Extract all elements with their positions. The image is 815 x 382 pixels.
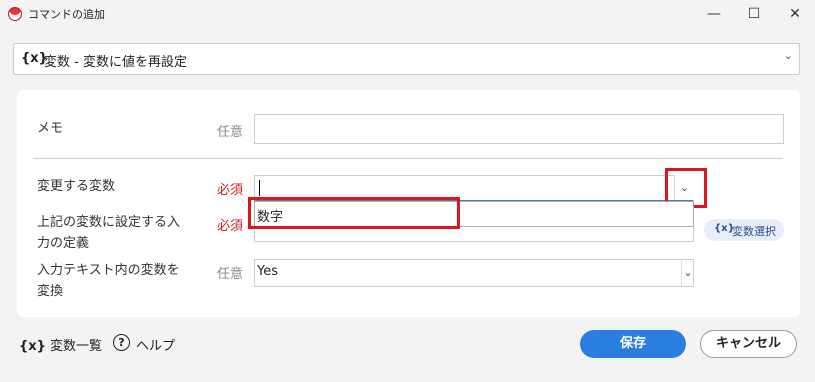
save-button[interactable]: 保存 <box>580 330 686 358</box>
variable-select-button[interactable]: {x} 変数選択 <box>704 219 784 241</box>
expand-vars-select[interactable]: Yes <box>254 259 694 287</box>
window-title: コマンドの追加 <box>28 8 105 21</box>
section-divider <box>33 158 783 159</box>
expand-vars-label-line2: 変換 <box>37 284 64 299</box>
cancel-button[interactable]: キャンセル <box>700 330 797 358</box>
expand-vars-label-line1: 入力テキスト内の変数を <box>37 263 180 278</box>
memo-input[interactable] <box>254 114 784 144</box>
memo-optional-badge: 任意 <box>217 125 244 140</box>
help-link[interactable]: ヘルプ <box>136 335 175 354</box>
command-select[interactable]: {x} 変数 - 変数に値を再設定 ⌄ <box>13 43 800 75</box>
variable-select-label: 変数選択 <box>732 225 776 238</box>
chevron-down-icon: ⌄ <box>683 266 693 279</box>
expand-vars-optional-badge: 任意 <box>217 267 244 282</box>
definition-label-line2: 力の定義 <box>37 236 90 251</box>
memo-label: メモ <box>37 121 64 136</box>
app-logo-icon <box>8 7 22 21</box>
close-button[interactable]: ✕ <box>775 0 815 28</box>
minimize-button[interactable]: — <box>694 0 734 28</box>
command-select-value: 変数 - 変数に値を再設定 <box>44 55 187 70</box>
close-icon: ✕ <box>789 6 801 22</box>
title-bar: コマンドの追加 — ☐ ✕ <box>0 0 815 28</box>
maximize-button[interactable]: ☐ <box>734 0 774 28</box>
variable-list-label: 変数一覧 <box>50 339 103 354</box>
definition-label-line1: 上記の変数に設定する入 <box>37 215 181 230</box>
text-cursor <box>259 180 260 196</box>
variable-required-badge: 必須 <box>217 183 244 198</box>
variable-icon: {x} <box>19 339 46 354</box>
variable-label: 変更する変数 <box>37 179 116 194</box>
expand-vars-dropdown-button[interactable]: ⌄ <box>681 259 694 287</box>
expand-vars-value: Yes <box>257 264 278 279</box>
dropdown-option-highlight <box>248 197 460 229</box>
minimize-icon: — <box>707 6 721 22</box>
definition-required-badge: 必須 <box>217 219 244 234</box>
maximize-icon: ☐ <box>747 6 761 22</box>
chevron-down-icon: ⌄ <box>783 49 793 62</box>
question-mark-icon: ? <box>118 336 125 349</box>
variable-list-link[interactable]: {x} 変数一覧 <box>19 335 102 354</box>
help-icon[interactable]: ? <box>113 334 130 351</box>
